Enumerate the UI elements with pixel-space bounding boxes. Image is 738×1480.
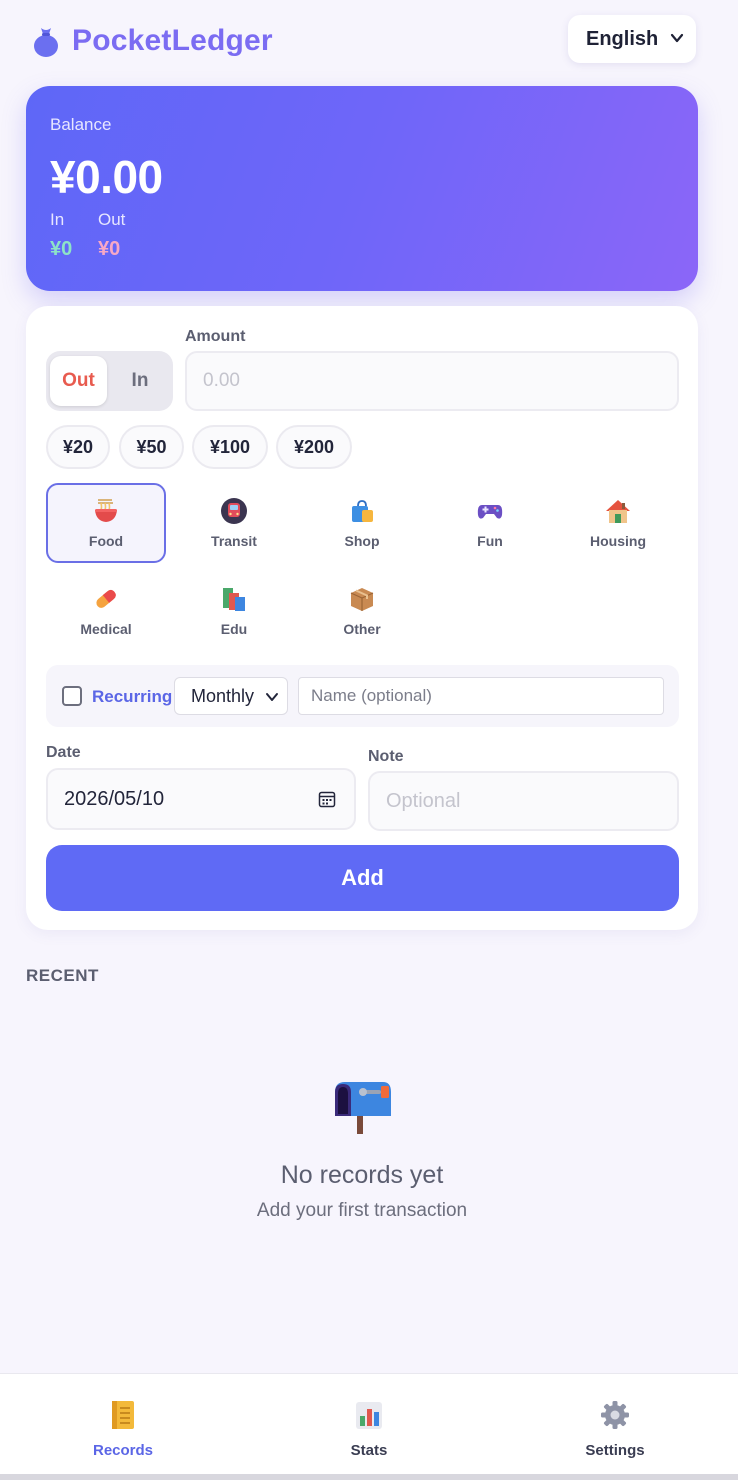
frequency-value: Monthly <box>191 685 255 706</box>
house-icon <box>606 500 630 523</box>
category-label: Shop <box>344 533 380 549</box>
category-label: Edu <box>220 621 248 637</box>
recurring-row: Recurring Monthly <box>46 665 679 727</box>
recent-heading: RECENT <box>26 966 99 985</box>
income-label: In <box>50 210 65 229</box>
books-icon <box>223 588 245 611</box>
bar-chart-icon <box>356 1402 382 1429</box>
category-food[interactable]: Food <box>46 483 166 563</box>
quick-amount-50[interactable]: ¥50 <box>119 425 184 469</box>
category-label: Other <box>343 621 381 637</box>
app-screen: PocketLedger English Balance ¥0.00 In Ou… <box>0 0 738 1480</box>
quick-amount-100[interactable]: ¥100 <box>192 425 268 469</box>
nav-records[interactable]: Records <box>0 1374 246 1475</box>
recurring-label[interactable]: Recurring <box>92 687 172 707</box>
date-input[interactable]: 2026/05/10 <box>46 768 356 830</box>
date-value: 2026/05/10 <box>64 787 165 810</box>
quick-amount-20[interactable]: ¥20 <box>46 425 110 469</box>
balance-amount: ¥0.00 <box>50 151 163 203</box>
app-header: PocketLedger English <box>0 0 738 84</box>
category-medical[interactable]: Medical <box>46 571 166 651</box>
amount-label: Amount <box>185 328 246 345</box>
note-input[interactable] <box>368 771 679 831</box>
brand: PocketLedger <box>32 24 273 58</box>
type-in-button[interactable]: In <box>112 356 168 406</box>
type-out-button[interactable]: Out <box>50 356 107 406</box>
category-other[interactable]: Other <box>302 571 422 651</box>
money-bag-icon <box>34 28 58 57</box>
category-edu[interactable]: Edu <box>174 571 294 651</box>
shopping-bags-icon <box>352 500 373 522</box>
date-label: Date <box>46 744 81 761</box>
bottom-navigation: Records Stats Settings <box>0 1373 738 1480</box>
category-label: Food <box>88 533 124 549</box>
category-shop[interactable]: Shop <box>302 483 422 563</box>
balance-label: Balance <box>50 115 112 134</box>
ledger-notebook-icon <box>112 1401 134 1429</box>
gear-icon <box>601 1401 629 1429</box>
category-label: Medical <box>80 621 132 637</box>
calendar-icon[interactable] <box>318 790 336 808</box>
pill-icon <box>96 589 116 608</box>
quick-amount-200[interactable]: ¥200 <box>276 425 352 469</box>
category-label: Fun <box>477 533 503 549</box>
amount-input[interactable] <box>185 351 679 411</box>
chevron-down-icon <box>670 33 684 43</box>
language-value: English <box>586 27 659 50</box>
category-transit[interactable]: Transit <box>174 483 294 563</box>
type-toggle: Out In <box>46 351 173 411</box>
mailbox-icon <box>335 1082 391 1134</box>
nav-stats[interactable]: Stats <box>246 1374 492 1475</box>
language-select[interactable]: English <box>568 15 696 63</box>
recurring-frequency-select[interactable]: Monthly <box>174 677 288 715</box>
empty-state-subtitle: Add your first transaction <box>256 1200 468 1221</box>
income-value: ¥0 <box>50 238 73 260</box>
category-label: Transit <box>211 533 257 549</box>
nav-label: Stats <box>350 1442 388 1459</box>
chevron-down-icon <box>266 693 278 701</box>
expense-label: Out <box>98 210 126 229</box>
category-fun[interactable]: Fun <box>430 483 550 563</box>
balance-card: Balance ¥0.00 In Out ¥0 ¥0 <box>26 86 698 291</box>
recurring-checkbox[interactable] <box>62 686 82 706</box>
recurring-name-input[interactable] <box>298 677 664 715</box>
game-controller-icon <box>477 505 503 519</box>
nav-settings[interactable]: Settings <box>492 1374 738 1475</box>
note-label: Note <box>368 748 404 765</box>
transaction-form: Out In Amount ¥20 ¥50 ¥100 ¥200 Food <box>26 306 698 930</box>
package-icon <box>350 588 374 611</box>
nav-label: Records <box>92 1442 154 1459</box>
add-button[interactable]: Add <box>46 845 679 911</box>
nav-label: Settings <box>585 1442 645 1459</box>
category-label: Housing <box>590 533 646 549</box>
noodle-bowl-icon <box>95 499 117 522</box>
app-title: PocketLedger <box>72 24 273 57</box>
metro-train-icon <box>221 498 247 524</box>
empty-state-title: No records yet <box>280 1161 444 1189</box>
category-housing[interactable]: Housing <box>558 483 678 563</box>
expense-value: ¥0 <box>98 238 121 260</box>
